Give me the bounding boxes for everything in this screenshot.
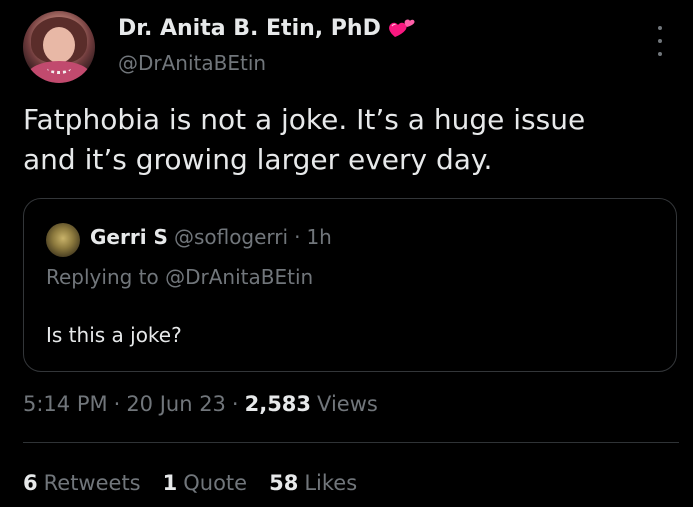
replying-prefix: Replying to	[46, 265, 159, 289]
quotes-stat[interactable]: 1 Quote	[163, 471, 247, 495]
quoted-tweet-age: 1h	[306, 225, 332, 249]
quoted-tweet-card[interactable]: Gerri S @soflogerri · 1h Replying to @Dr…	[23, 198, 677, 372]
retweets-label: Retweets	[43, 471, 141, 495]
tweet-date[interactable]: 20 Jun 23	[126, 392, 226, 416]
tweet: Dr. Anita B. Etin, PhD @DrAnitaBEtin Fat…	[0, 0, 693, 507]
quoted-tweet-header: Gerri S @soflogerri · 1h	[90, 225, 332, 249]
quoted-tweet-text: Is this a joke?	[46, 323, 182, 347]
retweets-count: 6	[23, 471, 38, 495]
more-dot	[658, 26, 662, 30]
views-label: Views	[317, 392, 378, 416]
likes-label: Likes	[304, 471, 358, 495]
tweet-meta-row: 5:14 PM · 20 Jun 23 · 2,583 Views	[23, 392, 378, 416]
avatar-face	[43, 27, 75, 63]
more-dot	[658, 52, 662, 56]
divider	[23, 442, 679, 443]
heart-emoji-icon	[388, 19, 415, 37]
avatar-necklace	[47, 63, 71, 74]
author-display-name[interactable]: Dr. Anita B. Etin, PhD	[118, 16, 381, 41]
author-avatar[interactable]	[23, 11, 95, 83]
more-dot	[658, 39, 662, 43]
replying-to-line: Replying to @DrAnitaBEtin	[46, 265, 313, 289]
quoted-separator: ·	[294, 225, 301, 249]
author-name-row: Dr. Anita B. Etin, PhD	[118, 15, 417, 41]
meta-separator: ·	[231, 392, 239, 416]
replying-mention: @DrAnitaBEtin	[165, 265, 314, 289]
likes-stat[interactable]: 58 Likes	[269, 471, 357, 495]
tweet-time[interactable]: 5:14 PM	[23, 392, 108, 416]
author-handle[interactable]: @DrAnitaBEtin	[118, 51, 266, 75]
quoted-author-handle: @soflogerri	[173, 225, 289, 249]
quotes-label: Quote	[183, 471, 248, 495]
quoted-author-avatar	[46, 223, 80, 257]
meta-separator: ·	[113, 392, 121, 416]
retweets-stat[interactable]: 6 Retweets	[23, 471, 141, 495]
quoted-author-name: Gerri S	[90, 225, 168, 249]
more-options-icon[interactable]	[652, 26, 668, 56]
views-count: 2,583	[244, 392, 312, 416]
tweet-text: Fatphobia is not a joke. It’s a huge iss…	[23, 103, 586, 176]
engagement-stats: 6 Retweets 1 Quote 58 Likes	[23, 471, 357, 495]
likes-count: 58	[269, 471, 299, 495]
quotes-count: 1	[162, 471, 178, 495]
